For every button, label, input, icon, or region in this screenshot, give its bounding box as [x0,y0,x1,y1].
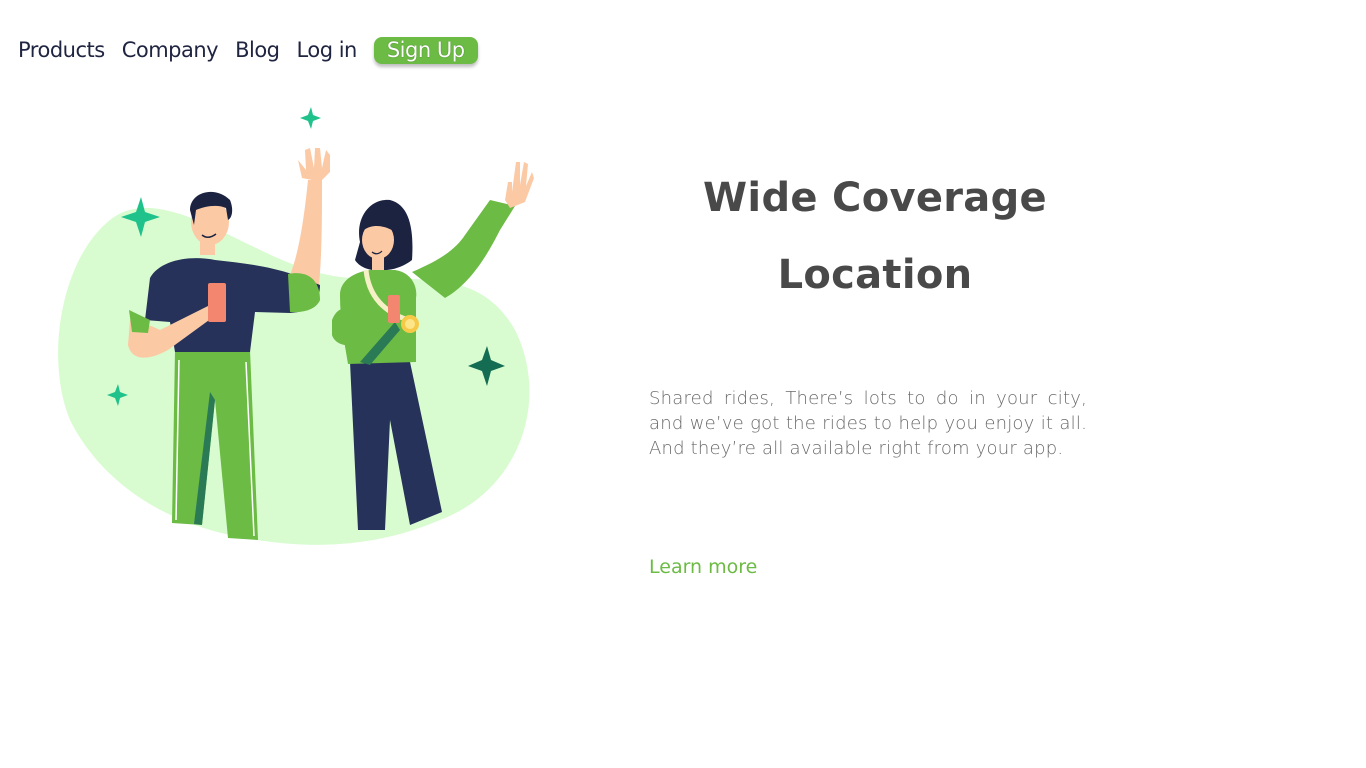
nav-company[interactable]: Company [122,38,219,62]
hero-description: Shared rides, There’s lots to do in your… [649,388,1087,459]
hero-title-line2: Location [777,252,973,298]
hero-title: Wide Coverage Location [620,160,1130,314]
sparkle-icon [300,107,321,129]
signup-button[interactable]: Sign Up [373,36,478,64]
nav-login[interactable]: Log in [297,38,358,62]
nav-products[interactable]: Products [18,38,105,62]
nav-blog[interactable]: Blog [235,38,280,62]
hero-title-line1: Wide Coverage [703,175,1047,221]
top-nav: Products Company Blog Log in Sign Up [18,33,478,67]
hero-illustration [58,107,534,545]
learn-more-link[interactable]: Learn more [649,556,757,578]
